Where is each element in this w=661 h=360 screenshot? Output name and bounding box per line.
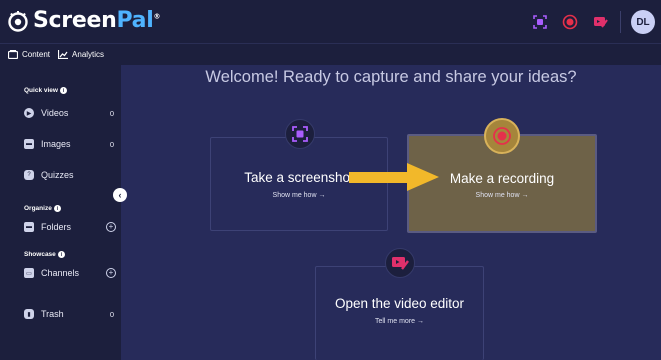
sidebar-item-label: Images <box>41 139 71 149</box>
sidebar-item-trash[interactable]: ▮ Trash 0 <box>24 306 116 322</box>
screenshot-show-me-link[interactable]: Show me how → <box>211 192 387 199</box>
sidebar-collapse-button[interactable]: ‹ <box>113 188 127 202</box>
nav-content-label: Content <box>22 50 51 59</box>
video-editor-icon <box>385 248 415 278</box>
quiz-icon: ? <box>24 170 34 180</box>
sidebar-item-label: Folders <box>41 222 72 232</box>
sidebar-item-label: Channels <box>41 268 80 278</box>
nav-analytics[interactable]: Analytics <box>58 50 104 59</box>
editor-card[interactable]: Open the video editor Tell me more → <box>315 266 484 360</box>
showcase-title: Showcase i <box>24 251 65 258</box>
quick-view-title: Quick view i <box>24 87 67 94</box>
record-icon <box>484 118 520 154</box>
trash-count: 0 <box>109 309 114 319</box>
screenpal-logo[interactable]: ScreenPal® <box>7 8 160 33</box>
add-folder-button[interactable]: + <box>106 222 116 232</box>
sidebar-item-label: Videos <box>41 108 69 118</box>
sidebar-item-channels[interactable]: ▭ Channels + <box>24 265 116 281</box>
nav-content[interactable]: Content <box>8 50 50 59</box>
channel-icon: ▭ <box>24 268 34 278</box>
editor-tell-me-more-link[interactable]: Tell me more → <box>316 318 483 325</box>
arrow-right-icon <box>349 163 439 191</box>
user-avatar[interactable]: DL <box>631 10 655 34</box>
sidebar-item-quizzes[interactable]: ? Quizzes <box>24 167 116 183</box>
brand-name: ScreenPal® <box>33 8 161 33</box>
analytics-icon <box>58 50 69 59</box>
divider <box>620 11 621 33</box>
nav-analytics-label: Analytics <box>72 50 105 59</box>
add-channel-button[interactable]: + <box>106 268 116 278</box>
sidebar-item-label: Quizzes <box>41 170 74 180</box>
images-count: 0 <box>109 139 114 149</box>
play-icon: ▶ <box>24 108 34 118</box>
info-icon[interactable]: i <box>57 251 65 258</box>
sidebar-item-videos[interactable]: ▶ Videos 0 <box>24 105 116 121</box>
editor-card-title: Open the video editor <box>334 296 465 311</box>
sub-navigation: Content Analytics <box>0 43 661 65</box>
record-icon[interactable] <box>560 12 580 32</box>
folder-icon: ▬ <box>24 222 34 232</box>
trash-icon: ▮ <box>24 309 34 319</box>
screenshot-icon[interactable] <box>530 12 550 32</box>
top-bar: ScreenPal® DL <box>0 0 661 43</box>
info-icon[interactable]: i <box>59 87 67 94</box>
videos-count: 0 <box>109 108 114 118</box>
sidebar: Quick view i ▶ Videos 0 ▬ Images 0 ? Quiz… <box>0 65 127 360</box>
organize-title: Organize i <box>24 205 61 212</box>
info-icon[interactable]: i <box>53 205 61 212</box>
sidebar-item-label: Trash <box>41 309 64 319</box>
logo-mark-icon <box>8 10 28 32</box>
top-actions: DL <box>530 10 655 34</box>
sidebar-item-folders[interactable]: ▬ Folders + <box>24 219 116 235</box>
screenshot-icon <box>285 119 315 149</box>
image-icon: ▬ <box>24 139 34 149</box>
sidebar-item-images[interactable]: ▬ Images 0 <box>24 136 116 152</box>
content-icon <box>8 50 18 59</box>
recording-show-me-link[interactable]: Show me how → <box>409 192 595 199</box>
editor-icon[interactable] <box>590 12 610 32</box>
welcome-heading: Welcome! Ready to capture and share your… <box>205 68 577 86</box>
